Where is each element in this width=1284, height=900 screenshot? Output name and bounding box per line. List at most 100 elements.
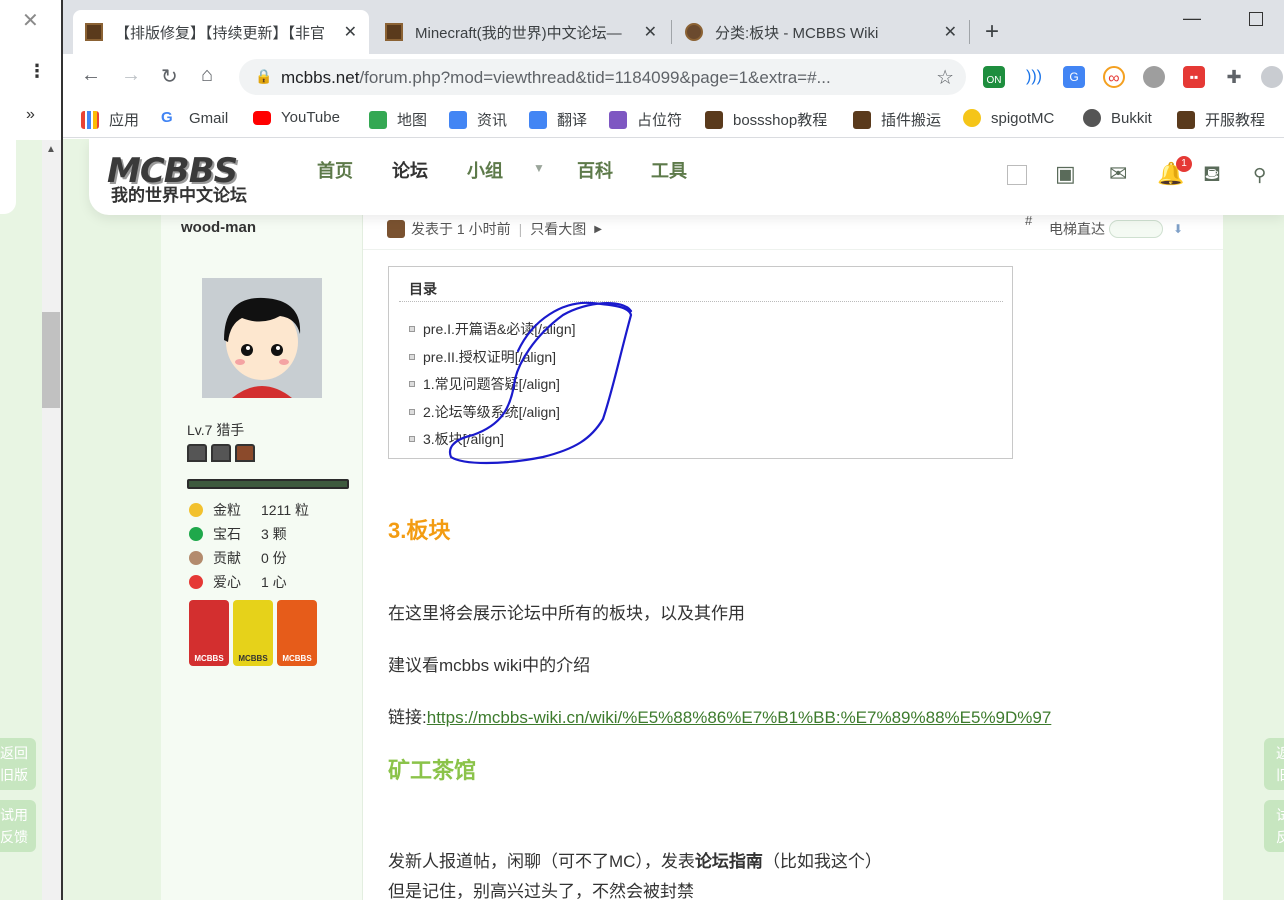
arrow-down-icon[interactable]: ⬇	[1173, 222, 1183, 236]
nav-wiki[interactable]: 百科	[577, 157, 613, 183]
avatar[interactable]	[202, 278, 322, 398]
infinity-extension-icon[interactable]: ∞	[1103, 66, 1125, 88]
feedback-button[interactable]: 试用 反馈	[0, 800, 36, 852]
floor-hash[interactable]: #	[1025, 213, 1032, 228]
bookmark-spigotmc[interactable]: spigotMC	[963, 109, 1054, 127]
only-author-link[interactable]: 只看大图	[530, 219, 586, 239]
extension-signal-icon[interactable]: )))	[1023, 66, 1045, 88]
bookmark-server-tutorial[interactable]: 开服教程	[1177, 109, 1265, 130]
tab-close-icon[interactable]: ✕	[344, 22, 357, 42]
medal-badge[interactable]: MCBBS	[233, 600, 273, 666]
translate-extension-icon[interactable]: G	[1063, 66, 1085, 88]
wiki-link[interactable]: https://mcbbs-wiki.cn/wiki/%E5%88%86%E7%…	[427, 708, 1052, 727]
user-level: Lv.7 猎手	[187, 422, 245, 438]
background-close-icon[interactable]: ✕	[22, 8, 39, 33]
nav-groups[interactable]: 小组	[467, 157, 503, 183]
mail-icon[interactable]: ✉	[1109, 161, 1127, 187]
toc-item[interactable]: 2.论坛等级系统[/align]	[409, 402, 560, 422]
mcbbs-logo[interactable]: MCBBS 我的世界中文论坛	[107, 151, 257, 205]
rank-helmet-icon	[187, 444, 207, 462]
url-text[interactable]: mcbbs.net/forum.php?mod=viewthread&tid=1…	[281, 68, 831, 88]
medals: MCBBS MCBBS MCBBS	[189, 600, 317, 666]
medal-badge[interactable]: MCBBS	[189, 600, 229, 666]
background-overflow-icon[interactable]: »	[26, 106, 35, 124]
bookmark-plugin-port[interactable]: 插件搬运	[853, 109, 941, 130]
news-icon	[449, 110, 467, 129]
bookmark-youtube[interactable]: YouTube	[253, 109, 340, 126]
placeholder-icon	[609, 110, 627, 129]
bookmark-bossshop[interactable]: bossshop教程	[705, 109, 827, 130]
mini-avatar-icon	[387, 220, 405, 238]
apple-heart-icon	[189, 575, 203, 589]
link-paragraph: 链接:https://mcbbs-wiki.cn/wiki/%E5%88%86%…	[388, 708, 1052, 727]
avatar-image	[202, 278, 322, 398]
medal-badge[interactable]: MCBBS	[277, 600, 317, 666]
new-tab-button[interactable]: +	[985, 18, 999, 46]
toc-item[interactable]: pre.I.开篇语&必读[/align]	[409, 319, 576, 339]
tab-strip: 【排版修复】【持续更新】【非官 ✕ Minecraft(我的世界)中文论坛— ✕…	[63, 0, 1284, 54]
red-extension-icon[interactable]: ▪▪	[1183, 66, 1205, 88]
bookmark-placeholder[interactable]: 占位符	[609, 109, 682, 130]
extensions-puzzle-icon[interactable]: ✚	[1223, 66, 1245, 88]
bookmark-bukkit[interactable]: Bukkit	[1083, 109, 1152, 127]
return-old-version-button[interactable]: 返 旧	[1264, 738, 1284, 790]
minimize-button[interactable]: —	[1183, 8, 1201, 29]
tab-mcbbs-forum[interactable]: Minecraft(我的世界)中文论坛— ✕	[373, 10, 669, 54]
tab-mcbbs-wiki[interactable]: 分类:板块 - MCBBS Wiki ✕	[673, 10, 969, 54]
spigot-icon	[963, 109, 981, 127]
home-icon[interactable]: ⌂	[201, 64, 213, 87]
groups-dropdown-icon[interactable]: ▼	[533, 161, 545, 175]
profile-avatar-icon[interactable]	[1261, 66, 1283, 88]
toc-item[interactable]: 3.板块[/align]	[409, 429, 504, 449]
bookmark-star-icon[interactable]: ☆	[936, 65, 954, 90]
forward-icon[interactable]: →	[121, 64, 141, 87]
paragraph: 发新人报道帖，闲聊（可不了MC），发表论坛指南（比如我这个）	[388, 852, 882, 871]
page-content: wood-man Lv.7 猎手 金粒 1211 粒 宝石 3 颗 贡献 0 份…	[63, 139, 1284, 900]
background-menu-icon[interactable]: ⋮	[28, 62, 46, 80]
toc-item[interactable]: 1.常见问题答疑[/align]	[409, 374, 560, 394]
return-old-version-button[interactable]: 返回 旧版	[0, 738, 36, 790]
address-bar[interactable]: 🔒 mcbbs.net/forum.php?mod=viewthread&tid…	[239, 59, 966, 95]
tab-close-icon[interactable]: ✕	[944, 22, 957, 42]
extension-on-icon[interactable]: ON	[983, 66, 1005, 88]
tab-active[interactable]: 【排版修复】【持续更新】【非官 ✕	[73, 10, 369, 54]
bookmark-apps[interactable]: 应用	[81, 109, 139, 130]
caret-right-icon[interactable]: ▶	[594, 224, 602, 235]
broken-image-icon[interactable]	[1007, 165, 1027, 185]
chat-extension-icon[interactable]	[1143, 66, 1165, 88]
bullet-icon	[409, 354, 415, 360]
gold-nugget-icon	[189, 503, 203, 517]
bookmark-news[interactable]: 资讯	[449, 109, 507, 130]
search-icon[interactable]: ⚲	[1253, 165, 1266, 186]
bookmarks-bar: 应用 G Gmail YouTube 地图 资讯 翻译 占位符 bossshop教…	[63, 100, 1284, 138]
paragraph: 但是记住，别高兴过头了，不然会被封禁	[388, 882, 694, 900]
elevator-input[interactable]	[1109, 220, 1163, 238]
bookmark-maps[interactable]: 地图	[369, 109, 427, 130]
scroll-up-icon[interactable]: ▲	[46, 144, 56, 155]
lock-icon[interactable]: 🔒	[255, 68, 272, 85]
apps-grid-icon	[81, 110, 99, 129]
reload-icon[interactable]: ↻	[161, 64, 178, 89]
toc-item[interactable]: pre.II.授权证明[/align]	[409, 347, 556, 367]
background-scrollbar-thumb[interactable]	[42, 312, 60, 408]
bookmark-gmail[interactable]: G Gmail	[161, 109, 228, 127]
stat-gems: 宝石 3 颗	[189, 524, 287, 544]
tab-close-icon[interactable]: ✕	[644, 22, 657, 42]
nav-tools[interactable]: 工具	[651, 157, 687, 183]
bookmark-translate[interactable]: 翻译	[529, 109, 587, 130]
browser-window: 【排版修复】【持续更新】【非官 ✕ Minecraft(我的世界)中文论坛— ✕…	[63, 0, 1284, 900]
tab-divider	[671, 20, 672, 44]
background-scrollbar[interactable]	[42, 140, 62, 900]
post-meta: 发表于 1 小时前 | 只看大图 ▶	[387, 219, 602, 239]
author-name[interactable]: wood-man	[181, 219, 256, 236]
nav-home[interactable]: 首页	[317, 157, 353, 183]
paint-bucket-icon[interactable]: ⛾	[1203, 161, 1221, 190]
feedback-button[interactable]: 试 反	[1264, 800, 1284, 852]
divider	[363, 249, 1223, 250]
tab-divider	[969, 20, 970, 44]
maximize-button[interactable]	[1249, 12, 1263, 26]
nav-forum[interactable]: 论坛	[392, 157, 428, 183]
bullet-icon	[409, 409, 415, 415]
box-icon[interactable]: ▣	[1055, 161, 1076, 187]
back-icon[interactable]: ←	[81, 64, 101, 87]
